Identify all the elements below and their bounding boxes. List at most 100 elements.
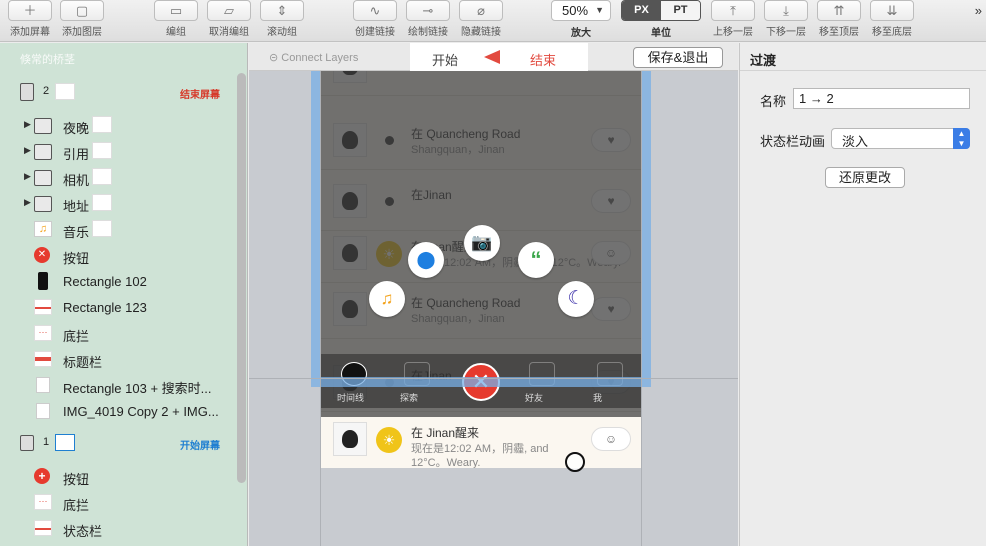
layer-row[interactable]: Rectangle 103 + 搜索时... xyxy=(0,372,234,398)
link-icon: ⊝ xyxy=(269,52,282,64)
sidebar-header: 倏常的桥茎 xyxy=(20,54,75,66)
save-exit-button[interactable]: 保存&退出 xyxy=(633,47,723,68)
folder-icon xyxy=(34,144,52,160)
unit-toggle: PX PT xyxy=(621,0,701,21)
disclosure-triangle-icon[interactable]: ▶ xyxy=(24,197,31,208)
layer-row[interactable]: + 按钮 xyxy=(0,463,234,489)
add-layer-label: 添加图层 xyxy=(62,27,102,38)
feed-item[interactable]: ☀ 在 Jinan醒来 现在是12:02 AM，阴霾, and 12°C。Weary.… xyxy=(321,409,641,468)
home-icon xyxy=(20,435,34,451)
statusbar-animation-select[interactable]: 淡入 ▲ ▼ xyxy=(831,128,970,149)
folder-icon: ▭ xyxy=(154,0,198,21)
connect-layers-text: Connect Layers xyxy=(281,52,359,64)
layer-row[interactable]: IMG_4019 Copy 2 + IMG... xyxy=(0,398,234,424)
transition-name-input[interactable]: 1 → 2 xyxy=(793,88,970,109)
zoom-value: 50% xyxy=(562,3,589,18)
guide-line xyxy=(320,71,321,546)
cursor-icon xyxy=(565,452,585,472)
move-up-icon: ⤒ xyxy=(711,0,755,21)
move-down-tool[interactable]: ⤓ 下移一层 xyxy=(762,0,810,38)
layer-row[interactable]: ✕ 按钮 xyxy=(0,242,234,268)
screen-number: 2 xyxy=(43,85,50,97)
layer-name: 按钮 xyxy=(63,251,90,266)
move-top-icon: ⇈ xyxy=(817,0,861,21)
start-screen-tag: 开始屏幕 xyxy=(180,441,220,452)
add-layer-tool[interactable]: ▢ 添加图层 xyxy=(58,0,106,38)
layer-row[interactable]: ▶ 夜晚 xyxy=(0,112,234,138)
screen-row-2[interactable]: 2 结束屏幕 xyxy=(0,79,234,105)
ungroup-tool[interactable]: ▱ 取消编组 xyxy=(205,0,253,38)
unit-label: 单位 xyxy=(651,28,671,39)
layer-row[interactable]: ▶ 相机 xyxy=(0,164,234,190)
canvas[interactable]: 8个月前在 Quancheng RoadShangquan，Jinan♥在Jin… xyxy=(249,43,738,546)
layer-row[interactable]: 标题栏 xyxy=(0,346,234,372)
move-top-tool[interactable]: ⇈ 移至顶层 xyxy=(815,0,863,38)
layer-row[interactable]: ♫ 音乐 xyxy=(0,216,234,242)
scroll-group-label: 滚动组 xyxy=(267,27,297,38)
hide-link-icon: ⌀ xyxy=(459,0,503,21)
unit-pt-button[interactable]: PT xyxy=(661,1,700,20)
unit-px-button[interactable]: PX xyxy=(622,1,661,20)
layer-row[interactable]: ▶ 地址 xyxy=(0,190,234,216)
zoom-select[interactable]: 50% ▼ xyxy=(551,0,611,21)
folder-icon xyxy=(34,170,52,186)
screen-row-1[interactable]: 1 开始屏幕 xyxy=(0,430,234,456)
music-icon: ♫ xyxy=(34,221,52,237)
hide-link-tool[interactable]: ⌀ 隐藏链接 xyxy=(457,0,505,38)
layer-row[interactable]: ··· 底拦 xyxy=(0,320,234,346)
add-screen-tool[interactable]: ＋ 添加屏幕 xyxy=(6,0,54,38)
create-link-tool[interactable]: ∿ 创建链接 xyxy=(351,0,399,38)
start-label[interactable]: 开始 xyxy=(432,50,458,69)
image-thumbnail-icon xyxy=(36,403,50,419)
transition-curve-icon xyxy=(92,116,112,133)
end-screen-tag: 结束屏幕 xyxy=(180,90,220,101)
draw-link-tool[interactable]: ⊸ 绘制链接 xyxy=(404,0,452,38)
transition-direction: 开始 结束 xyxy=(410,43,588,71)
statusbar-animation-label: 状态栏动画 xyxy=(760,134,826,149)
end-label[interactable]: 结束 xyxy=(530,50,556,69)
revert-button[interactable]: 还原更改 xyxy=(825,167,905,188)
chevron-updown-icon: ▲ ▼ xyxy=(953,128,970,149)
move-bottom-label: 移至底层 xyxy=(872,27,912,38)
layer-row[interactable]: ▶ 引用 xyxy=(0,138,234,164)
layer-name: 音乐 xyxy=(63,225,90,240)
scroll-icon: ⇕ xyxy=(260,0,304,21)
layer-row[interactable]: Rectangle 123 xyxy=(0,294,234,320)
line-icon xyxy=(34,299,52,315)
guide-line xyxy=(641,71,642,546)
layer-name: 地址 xyxy=(63,199,90,214)
hide-link-label: 隐藏链接 xyxy=(461,27,501,38)
scroll-group-tool[interactable]: ⇕ 滚动组 xyxy=(258,0,306,38)
disclosure-triangle-icon[interactable]: ▶ xyxy=(24,171,31,182)
tab-label: 好友 xyxy=(525,393,544,403)
chevron-double-right-icon[interactable]: » xyxy=(975,3,982,18)
layer-name: 标题栏 xyxy=(63,355,103,370)
plus-icon: + xyxy=(34,468,50,484)
layer-name: 引用 xyxy=(63,147,90,162)
draw-link-icon: ⊸ xyxy=(406,0,450,21)
selection-frame xyxy=(311,71,651,387)
create-link-label: 创建链接 xyxy=(355,27,395,38)
dots-icon: ··· xyxy=(34,325,52,341)
phone-icon xyxy=(20,83,34,101)
move-up-tool[interactable]: ⤒ 上移一层 xyxy=(709,0,757,38)
disclosure-triangle-icon[interactable]: ▶ xyxy=(24,145,31,156)
layer-name: 相机 xyxy=(63,173,90,188)
canvas-header: ⊝ Connect Layers 开始 结束 保存&退出 xyxy=(249,43,738,71)
chevron-down-icon: ▼ xyxy=(595,5,604,15)
layer-row[interactable]: ··· 底拦 xyxy=(0,489,234,515)
layer-row[interactable]: Rectangle 102 xyxy=(0,268,234,294)
move-bottom-tool[interactable]: ⇊ 移至底层 xyxy=(868,0,916,38)
zoom-label: 放大 xyxy=(571,28,591,39)
layer-name: Rectangle 123 xyxy=(63,300,147,315)
smiley-icon[interactable]: ☺ xyxy=(591,427,631,451)
move-down-label: 下移一层 xyxy=(766,27,806,38)
disclosure-triangle-icon[interactable]: ▶ xyxy=(24,119,31,130)
move-up-label: 上移一层 xyxy=(713,27,753,38)
layer-name: Rectangle 102 xyxy=(63,274,147,289)
connect-layers-label[interactable]: ⊝ Connect Layers xyxy=(269,51,358,64)
layer-row[interactable]: 状态栏 xyxy=(0,515,234,541)
arrow-left-icon xyxy=(484,50,500,64)
group-tool[interactable]: ▭ 编组 xyxy=(152,0,200,38)
sidebar-scrollbar[interactable] xyxy=(237,73,246,483)
